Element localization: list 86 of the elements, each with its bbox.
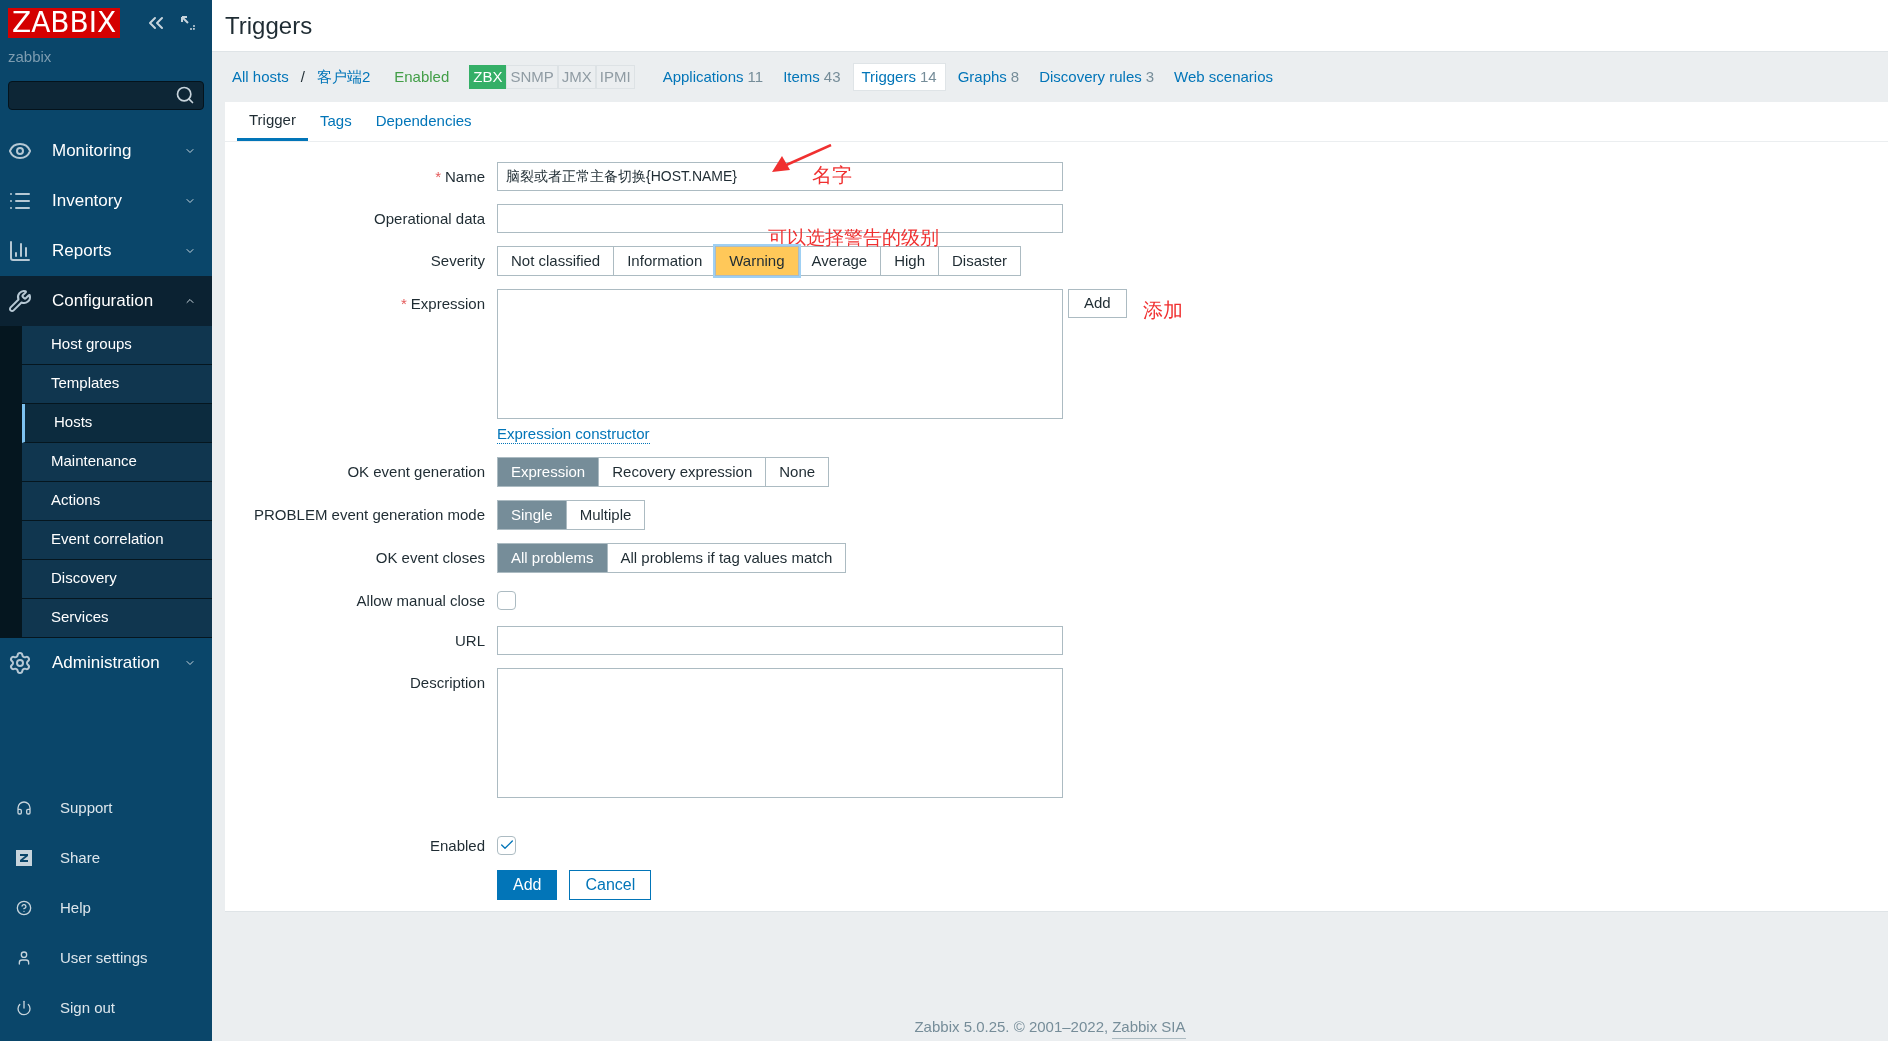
submenu-item[interactable]: Maintenance bbox=[22, 442, 212, 482]
host-tab[interactable]: Triggers 14 bbox=[852, 63, 946, 91]
segment-option[interactable]: All problems if tag values match bbox=[606, 543, 847, 573]
menu-label: Administration bbox=[52, 651, 161, 674]
expression-constructor-link[interactable]: Expression constructor bbox=[497, 425, 650, 444]
checkbox[interactable] bbox=[497, 835, 516, 855]
gear-icon bbox=[8, 650, 32, 675]
add-expression-button[interactable]: Add bbox=[1068, 289, 1127, 318]
logo: ZABBIX bbox=[8, 8, 121, 38]
menu-section[interactable]: Configuration bbox=[0, 275, 212, 326]
menu-label: Inventory bbox=[52, 189, 123, 212]
availability-tag: ZBX bbox=[469, 64, 507, 90]
field-label: Description bbox=[409, 672, 485, 693]
power-icon bbox=[16, 1000, 32, 1016]
text-field[interactable] bbox=[497, 625, 1063, 655]
field-label: OK event generation bbox=[347, 462, 485, 482]
breadcrumb-link[interactable]: 客户端2 bbox=[316, 65, 371, 89]
availability-tag: JMX bbox=[557, 64, 596, 90]
required-mark: * bbox=[400, 294, 407, 314]
bottom-menu-link[interactable]: Support bbox=[60, 796, 113, 820]
segment-option[interactable]: High bbox=[880, 246, 940, 276]
submenu-item[interactable]: Host groups bbox=[22, 325, 212, 365]
bottom-menu-link[interactable]: Share bbox=[60, 846, 101, 870]
menu-section[interactable]: Monitoring bbox=[0, 125, 212, 176]
breadcrumb-link[interactable]: All hosts bbox=[232, 65, 289, 89]
submenu-item[interactable]: Event correlation bbox=[22, 520, 212, 560]
help-icon bbox=[16, 900, 32, 916]
segment-option[interactable]: Recovery expression bbox=[598, 457, 767, 487]
submenu-item[interactable]: Hosts bbox=[22, 403, 212, 443]
menu-label: Configuration bbox=[52, 289, 155, 312]
server-name: zabbix bbox=[7, 47, 53, 67]
host-tab[interactable]: Web scenarios bbox=[1166, 63, 1281, 91]
segment-option[interactable]: None bbox=[765, 457, 830, 487]
host-tab[interactable]: Items 43 bbox=[775, 63, 849, 91]
form-tab[interactable]: Trigger bbox=[237, 102, 308, 141]
bar-chart-icon bbox=[8, 238, 32, 263]
bottom-menu-link[interactable]: User settings bbox=[60, 946, 148, 970]
submenu-item[interactable]: Actions bbox=[22, 481, 212, 521]
annotation-text: 添加 bbox=[1143, 297, 1183, 324]
menu-section[interactable]: Administration bbox=[0, 637, 212, 688]
menu-label: Reports bbox=[52, 239, 113, 262]
annotation-text: 名字 bbox=[812, 162, 852, 189]
host-tab[interactable]: Graphs 8 bbox=[949, 63, 1028, 91]
page-title: Triggers bbox=[225, 10, 313, 41]
z-square-icon bbox=[16, 850, 32, 866]
submenu-item[interactable]: Templates bbox=[22, 364, 212, 404]
segment-option[interactable]: Disaster bbox=[938, 246, 1022, 276]
field-label: PROBLEM event generation mode bbox=[254, 505, 485, 525]
headset-icon bbox=[16, 800, 32, 816]
cancel-button[interactable]: Cancel bbox=[569, 870, 652, 900]
search-field[interactable] bbox=[8, 80, 204, 110]
field-label: Severity bbox=[430, 251, 485, 271]
bottom-menu-link[interactable]: Help bbox=[60, 896, 91, 920]
bottom-menu-link[interactable]: Sign out bbox=[60, 996, 116, 1020]
form-tab[interactable]: Tags bbox=[307, 102, 364, 141]
segment-option[interactable]: Warning bbox=[715, 246, 799, 276]
description-textarea[interactable] bbox=[497, 667, 1063, 798]
segment-option[interactable]: Not classified bbox=[497, 246, 615, 276]
checkbox[interactable] bbox=[497, 591, 516, 610]
add-button[interactable]: Add bbox=[497, 870, 558, 900]
footer-text: Zabbix 5.0.25. © 2001–2022, bbox=[914, 1016, 1109, 1037]
availability-tag: SNMP bbox=[506, 64, 558, 90]
field-label: OK event closes bbox=[375, 548, 485, 568]
menu-section[interactable]: Reports bbox=[0, 225, 212, 276]
expression-textarea[interactable] bbox=[497, 289, 1063, 419]
host-tab[interactable]: Discovery rules 3 bbox=[1031, 63, 1163, 91]
breadcrumb-separator: / bbox=[300, 66, 305, 87]
user-icon bbox=[16, 950, 32, 966]
field-label: Expression bbox=[410, 294, 485, 314]
wrench-icon bbox=[8, 288, 32, 313]
form-tab[interactable]: Dependencies bbox=[363, 102, 484, 141]
required-mark: * bbox=[435, 167, 441, 187]
host-tab[interactable]: Applications 11 bbox=[654, 63, 772, 91]
segment-option[interactable]: Multiple bbox=[565, 500, 646, 530]
field-label: Allow manual close bbox=[356, 591, 485, 611]
search-icon[interactable] bbox=[175, 85, 195, 105]
field-label: Operational data bbox=[374, 209, 485, 229]
submenu-item[interactable]: Services bbox=[22, 598, 212, 638]
submenu-item[interactable]: Discovery bbox=[22, 559, 212, 599]
menu-label: Monitoring bbox=[52, 139, 133, 162]
field-label: Name bbox=[445, 167, 485, 187]
field-label: Enabled bbox=[429, 835, 485, 856]
field-label: URL bbox=[455, 630, 485, 651]
host-status: Enabled bbox=[394, 66, 450, 87]
availability-tag: IPMI bbox=[595, 64, 635, 90]
menu-section[interactable]: Inventory bbox=[0, 175, 212, 226]
